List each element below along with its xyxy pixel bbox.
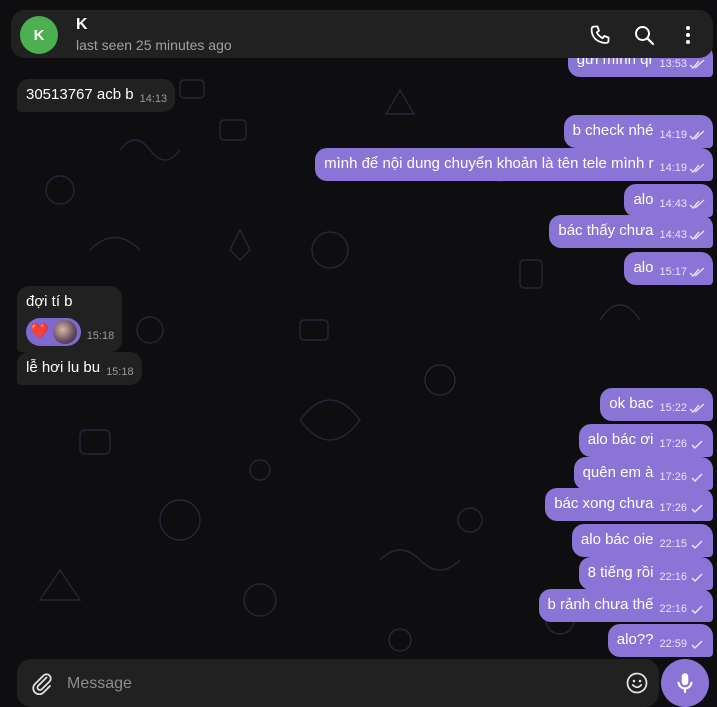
message-time: 22:16 — [659, 571, 687, 583]
heart-reaction-icon: ❤️ — [30, 323, 49, 340]
avatar[interactable]: K — [20, 16, 58, 54]
sent-check-icon — [691, 572, 703, 582]
message-text: alo — [633, 259, 654, 276]
message-meta: 15:22 — [659, 398, 705, 418]
message-meta: 22:16 — [659, 599, 705, 619]
incoming-message[interactable]: đợi tí b ❤️ 15:18 — [17, 286, 123, 352]
reactor-avatar — [52, 320, 77, 344]
message-meta: 14:13 — [140, 89, 168, 109]
message-meta: 22:16 — [659, 567, 705, 587]
message-text: alo?? — [616, 631, 654, 648]
read-receipt-icon — [689, 229, 705, 240]
message-meta: 17:26 — [659, 434, 705, 454]
message-text: b check nhé — [572, 122, 654, 139]
outgoing-message[interactable]: b rảnh chưa thế 22:16 — [538, 589, 713, 622]
message-time: 14:19 — [659, 129, 687, 141]
sent-check-icon — [691, 503, 703, 513]
message-text: mình để nội dung chuyển khoản là tên tel… — [324, 155, 654, 172]
outgoing-message[interactable]: alo?? 22:59 — [607, 624, 713, 657]
message-time: 14:13 — [139, 93, 168, 105]
chat-header: K K last seen 25 minutes ago — [11, 10, 713, 58]
read-receipt-icon — [689, 198, 705, 209]
contact-name[interactable]: K — [76, 16, 88, 34]
message-meta: 14:43 — [659, 194, 705, 214]
message-composer — [17, 659, 659, 707]
reaction-chip[interactable]: ❤️ — [26, 318, 81, 346]
message-meta: 17:26 — [659, 498, 705, 518]
message-meta: 22:15 — [659, 534, 705, 554]
message-text: quên em à — [582, 464, 654, 481]
message-meta: 15:18 — [87, 326, 115, 346]
message-text: bác xong chưa — [554, 495, 654, 512]
read-receipt-icon — [689, 129, 705, 140]
message-time: 14:43 — [659, 198, 687, 210]
message-time: 15:17 — [659, 266, 687, 278]
sent-check-icon — [691, 472, 703, 482]
message-time: 15:18 — [106, 366, 134, 378]
outgoing-message[interactable]: alo bác ơi 17:26 — [578, 424, 713, 457]
more-vert-icon[interactable] — [676, 23, 700, 47]
message-time: 14:19 — [659, 162, 687, 174]
message-time: 17:26 — [659, 471, 687, 483]
message-meta: 14:43 — [659, 225, 705, 245]
outgoing-message[interactable]: quên em à 17:26 — [573, 457, 713, 490]
message-meta: 17:26 — [659, 467, 705, 487]
message-time: 17:26 — [659, 438, 687, 450]
message-text: alo bác ơi — [587, 431, 654, 448]
attach-icon[interactable] — [30, 671, 54, 696]
message-text: lễ hơi lu bu — [26, 359, 101, 376]
message-input[interactable] — [65, 669, 589, 699]
outgoing-message[interactable]: bác thấy chưa 14:43 — [549, 215, 713, 248]
message-text: b rảnh chưa thế — [547, 596, 654, 613]
microphone-icon — [677, 673, 693, 693]
message-text: đợi tí b — [26, 293, 73, 310]
message-time: 15:22 — [659, 402, 687, 414]
sent-check-icon — [691, 639, 703, 649]
outgoing-message[interactable]: alo 14:43 — [624, 184, 713, 217]
outgoing-message[interactable]: alo bác oie 22:15 — [571, 524, 713, 557]
message-meta: 22:59 — [659, 634, 705, 654]
message-meta: 14:19 — [659, 158, 705, 178]
message-text: 8 tiếng rồi — [587, 564, 654, 581]
incoming-message[interactable]: 30513767 acb b 14:13 — [17, 79, 176, 112]
message-time: 22:16 — [659, 603, 687, 615]
message-text: ok bac — [609, 395, 654, 412]
message-meta: 14:19 — [659, 125, 705, 145]
message-time: 17:26 — [659, 502, 687, 514]
search-icon[interactable] — [632, 23, 656, 47]
message-meta: 15:18 — [106, 362, 134, 382]
message-text: 30513767 acb b — [26, 86, 134, 103]
outgoing-message[interactable]: ok bac 15:22 — [600, 388, 713, 421]
last-seen-status: last seen 25 minutes ago — [76, 37, 232, 53]
sent-check-icon — [691, 439, 703, 449]
outgoing-message[interactable]: mình để nội dung chuyển khoản là tên tel… — [315, 148, 713, 181]
message-text: bác thấy chưa — [558, 222, 654, 239]
message-meta: 15:17 — [659, 262, 705, 282]
outgoing-message[interactable]: bác xong chưa 17:26 — [545, 488, 713, 521]
sent-check-icon — [691, 604, 703, 614]
microphone-button[interactable] — [661, 659, 709, 707]
sent-check-icon — [691, 539, 703, 549]
message-time: 14:43 — [659, 229, 687, 241]
message-time: 22:59 — [659, 638, 687, 650]
message-time: 22:15 — [659, 538, 687, 550]
incoming-message[interactable]: lễ hơi lu bu 15:18 — [17, 352, 142, 385]
emoji-icon[interactable] — [625, 671, 649, 695]
read-receipt-icon — [689, 58, 705, 69]
message-time: 15:18 — [86, 330, 115, 342]
message-text: alo bác oie — [580, 531, 654, 548]
outgoing-message[interactable]: alo 15:17 — [624, 252, 713, 285]
outgoing-message[interactable]: b check nhé 14:19 — [563, 115, 713, 148]
read-receipt-icon — [689, 162, 705, 173]
read-receipt-icon — [689, 402, 705, 413]
read-receipt-icon — [689, 266, 705, 277]
message-text: alo — [633, 191, 654, 208]
phone-icon[interactable] — [588, 23, 612, 47]
outgoing-message[interactable]: 8 tiếng rồi 22:16 — [578, 557, 713, 590]
